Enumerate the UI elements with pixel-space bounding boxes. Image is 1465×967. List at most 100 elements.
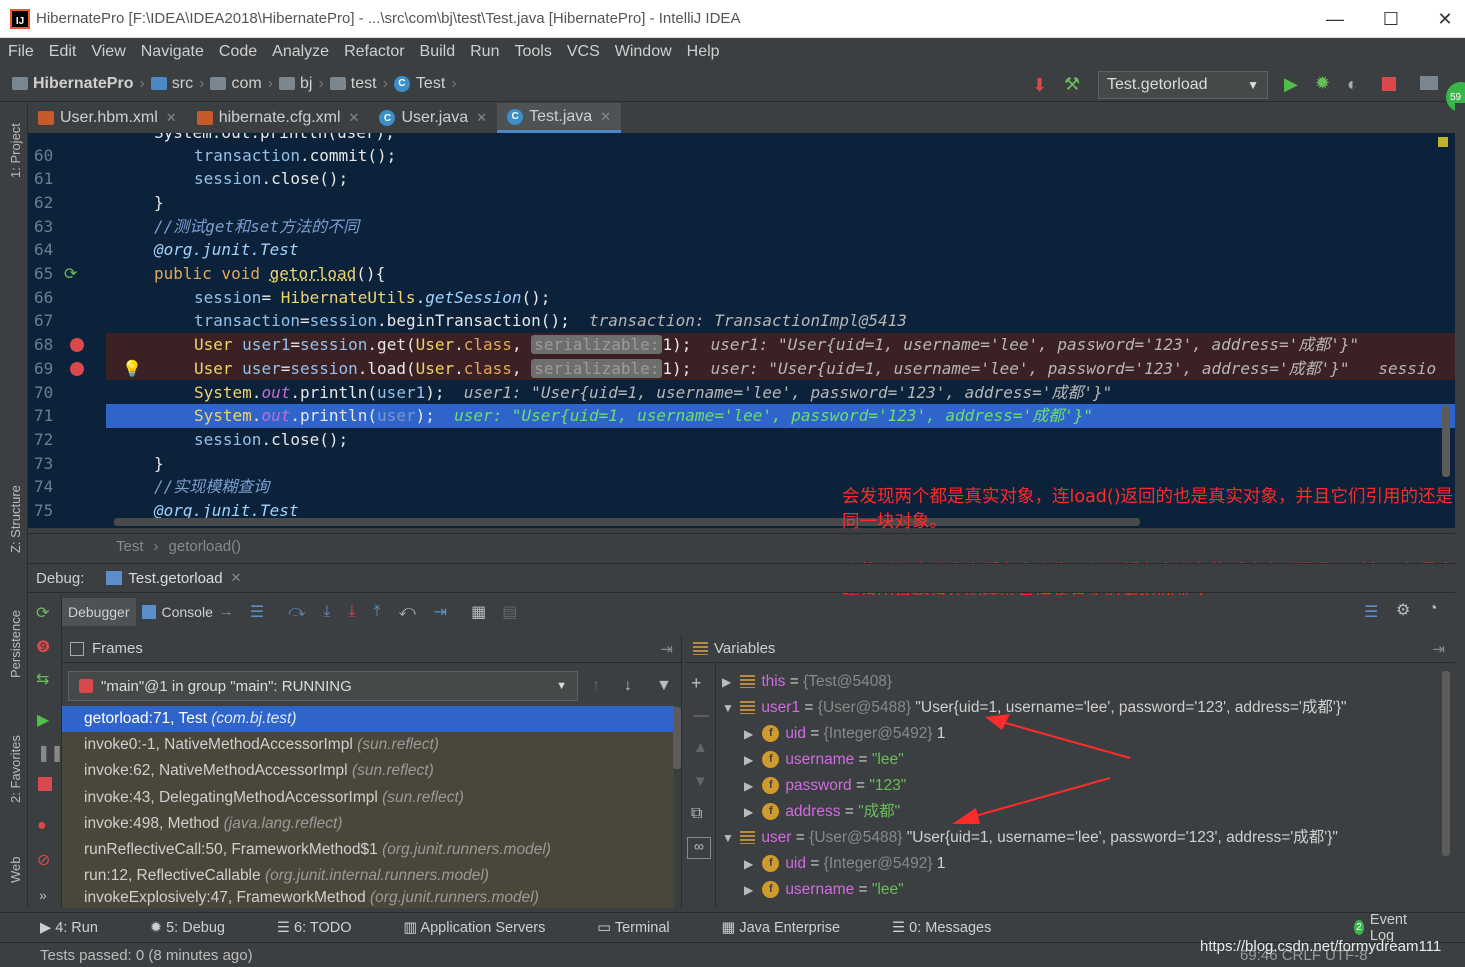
remove-watch-icon[interactable]: — <box>693 707 709 725</box>
code-editor[interactable]: System.out.println(user); 60transaction.… <box>28 133 1455 528</box>
rerun-icon[interactable]: ⟳ <box>36 603 49 623</box>
build-download-icon[interactable]: ⬇ <box>1032 75 1047 96</box>
resume-icon[interactable]: ▶ <box>37 710 49 730</box>
breadcrumb-project[interactable]: HibernatePro › <box>12 75 145 93</box>
expand-arrow-icon[interactable]: ▶ <box>744 877 758 903</box>
filter-icon[interactable]: ▼ <box>656 677 672 695</box>
menu-refactor[interactable]: Refactor <box>344 43 404 61</box>
persistence-tool-button[interactable]: Persistence <box>8 610 23 678</box>
run-to-cursor-icon[interactable]: ⇥ <box>434 602 447 622</box>
show-execution-point-icon[interactable]: ☰ <box>250 602 264 622</box>
menu-file[interactable]: File <box>8 43 34 61</box>
collapse-arrow-icon[interactable]: ▼ <box>722 825 736 851</box>
breadcrumb-com[interactable]: com › <box>210 75 273 93</box>
menu-navigate[interactable]: Navigate <box>141 43 204 61</box>
frames-scrollbar[interactable] <box>673 707 681 769</box>
menu-analyze[interactable]: Analyze <box>272 43 329 61</box>
expand-arrow-icon[interactable]: ▶ <box>744 721 758 747</box>
mute-breakpoints-icon[interactable]: ⊘ <box>37 850 50 870</box>
debug-bug-icon[interactable]: ✹ <box>1315 73 1330 94</box>
expand-arrow-icon[interactable]: ▶ <box>744 851 758 877</box>
breadcrumb-bj[interactable]: bj › <box>279 75 324 93</box>
expand-arrow-icon[interactable]: ▶ <box>744 773 758 799</box>
step-over-icon[interactable]: ⤼ <box>288 603 305 621</box>
run-tool-button[interactable]: ▶ 4: Run <box>40 920 124 936</box>
frame-item[interactable]: runReflectiveCall:50, FrameworkMethod$1 … <box>62 837 674 863</box>
collapse-arrow-icon[interactable]: ▼ <box>722 695 736 721</box>
tab-console[interactable]: Console <box>162 604 213 620</box>
close-tab-icon[interactable]: ✕ <box>166 110 177 126</box>
move-up-icon[interactable]: ▲ <box>693 739 708 756</box>
frame-item[interactable]: invokeExplosively:47, FrameworkMethod (o… <box>62 889 674 907</box>
arrow-down-icon[interactable]: ↓ <box>624 677 632 695</box>
close-window-button[interactable]: ✕ <box>1420 0 1465 38</box>
drop-frame-icon[interactable]: ⤺ <box>399 603 416 621</box>
menu-code[interactable]: Code <box>219 43 257 61</box>
menu-edit[interactable]: Edit <box>49 43 77 61</box>
run-icon[interactable]: ▶ <box>1284 74 1298 95</box>
expand-arrow-icon[interactable]: ▶ <box>722 669 736 695</box>
tab-test-java[interactable]: C Test.java ✕ <box>497 103 622 133</box>
debug-tool-button[interactable]: ✹ 5: Debug <box>150 920 251 936</box>
close-tab-icon[interactable]: ✕ <box>349 110 360 126</box>
breakpoint-icon[interactable] <box>70 361 84 376</box>
favorites-tool-button[interactable]: 2: Favorites <box>8 735 23 803</box>
coverage-icon[interactable]: ◐ <box>1347 74 1358 95</box>
add-watch-icon[interactable]: + <box>691 673 702 694</box>
frame-item[interactable]: invoke0:-1, NativeMethodAccessorImpl (su… <box>62 732 674 758</box>
terminal-button[interactable]: ▭ Terminal <box>597 920 695 936</box>
stop-icon[interactable] <box>1382 77 1396 91</box>
variable-row[interactable]: ▶ f address = "成都" <box>744 799 900 825</box>
messages-button[interactable]: ☰ 0: Messages <box>892 920 1017 936</box>
force-step-into-icon[interactable]: ⤓ <box>348 603 355 621</box>
toggle-auto-test-icon[interactable]: ⇆ <box>36 669 49 689</box>
menu-run[interactable]: Run <box>470 43 499 61</box>
tab-user-java[interactable]: C User.java ✕ <box>369 103 497 133</box>
crumb-class[interactable]: Test <box>116 538 144 555</box>
menu-window[interactable]: Window <box>615 43 672 61</box>
variables-scrollbar[interactable] <box>1442 671 1450 856</box>
variable-row[interactable]: ▶ f password = "123" <box>744 773 906 799</box>
variable-row[interactable]: ▶ f username = "lee" <box>744 747 904 773</box>
rerun-failed-icon[interactable]: ❾ <box>36 637 50 657</box>
project-tool-button[interactable]: 1: Project <box>8 123 23 178</box>
maximize-button[interactable]: ☐ <box>1366 0 1416 38</box>
list-icon[interactable]: ☰ <box>1364 602 1378 622</box>
menu-vcs[interactable]: VCS <box>567 43 600 61</box>
java-enterprise-button[interactable]: ▦ Java Enterprise <box>722 920 866 936</box>
menu-help[interactable]: Help <box>687 43 720 61</box>
frame-item[interactable]: invoke:43, DelegatingMethodAccessorImpl … <box>62 785 674 811</box>
inspection-indicator-icon[interactable] <box>1438 137 1448 147</box>
view-breakpoints-icon[interactable]: ● <box>37 817 47 835</box>
breadcrumb-src[interactable]: src › <box>150 75 204 93</box>
breadcrumb-test[interactable]: test › <box>329 75 388 93</box>
copy-icon[interactable]: ⧉ <box>691 805 702 823</box>
move-down-icon[interactable]: ▼ <box>693 773 708 790</box>
watches-icon[interactable]: ∞ <box>687 837 711 859</box>
frame-item[interactable]: run:12, ReflectiveCallable (org.junit.in… <box>62 863 674 889</box>
expand-arrow-icon[interactable]: ▶ <box>744 799 758 825</box>
variable-row[interactable]: ▶ this = {Test@5408} <box>722 669 892 695</box>
frame-item[interactable]: invoke:62, NativeMethodAccessorImpl (sun… <box>62 758 674 784</box>
frame-item[interactable]: getorload:71, Test (com.bj.test) <box>62 706 674 733</box>
pin-icon[interactable]: ⇥ <box>1432 640 1445 658</box>
pause-icon[interactable]: ❚❚ <box>37 743 64 763</box>
menu-view[interactable]: View <box>91 43 125 61</box>
stop-debug-icon[interactable] <box>38 777 52 791</box>
evaluate-expression-icon[interactable]: ▦ <box>471 602 486 622</box>
more-icon[interactable]: » <box>39 887 47 903</box>
variable-row[interactable]: ▶ f username = "lee" <box>744 877 904 903</box>
breakpoint-icon[interactable] <box>70 338 84 353</box>
minimize-button[interactable]: — <box>1310 0 1360 38</box>
tab-user-hbm-xml[interactable]: User.hbm.xml ✕ <box>28 103 187 133</box>
variable-row[interactable]: ▶ f uid = {Integer@5492} 1 <box>744 721 945 747</box>
project-structure-icon[interactable] <box>1420 76 1438 90</box>
trace-icon[interactable]: ▤ <box>502 602 517 622</box>
todo-tool-button[interactable]: ☰ 6: TODO <box>277 920 378 936</box>
variable-row[interactable]: ▶ f uid = {Integer@5492} 1 <box>744 851 945 877</box>
expand-arrow-icon[interactable]: ▶ <box>744 747 758 773</box>
close-tab-icon[interactable]: ✕ <box>231 570 242 586</box>
arrow-up-icon[interactable]: ↑ <box>592 677 600 695</box>
debug-session-tab[interactable]: Test.getorload <box>128 570 222 587</box>
step-out-icon[interactable]: ⤒ <box>373 603 380 621</box>
